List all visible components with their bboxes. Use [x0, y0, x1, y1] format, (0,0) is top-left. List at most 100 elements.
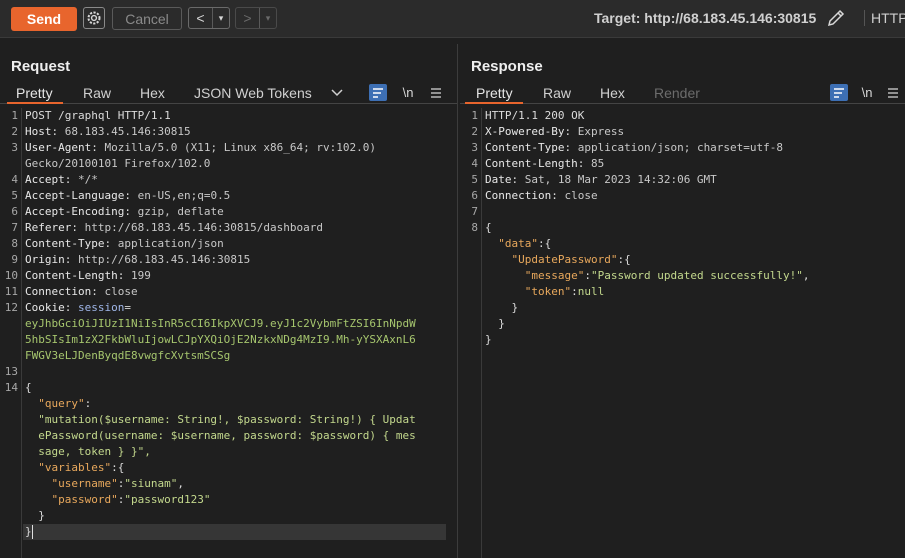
forward-button[interactable]: > [236, 8, 260, 28]
line-number: 3 [471, 141, 478, 154]
json-pair-line: "message":"Password updated successfully… [524, 269, 810, 282]
menu-icon[interactable] [427, 84, 445, 101]
tab-json-web-tokens[interactable]: JSON Web Tokens [194, 85, 312, 101]
active-tab-indicator [465, 102, 523, 104]
newline-toggle[interactable]: \n [858, 84, 876, 101]
header-line: Content-Length: 85 [485, 157, 605, 170]
cookie-header-line: Cookie: session= [25, 301, 131, 314]
json-pair-line: "username":"siunam", [51, 477, 184, 490]
tab-pretty[interactable]: Pretty [476, 85, 513, 101]
header-line: Connection: close [485, 189, 598, 202]
line-number: 5 [471, 173, 478, 186]
json-brace: } [25, 525, 32, 538]
back-button[interactable]: < [189, 8, 213, 28]
json-brace: { [25, 381, 32, 394]
header-line: Accept-Encoding: gzip, deflate [25, 205, 224, 218]
http-version-tab[interactable]: HTTP/ [864, 10, 905, 26]
request-editor[interactable]: 1 2 3 4 5 6 7 8 9 10 11 12 13 14 POST /g… [0, 108, 457, 558]
active-tab-indicator [7, 102, 63, 104]
cancel-button[interactable]: Cancel [112, 7, 182, 30]
forward-nav-group: > ▾ [235, 7, 277, 29]
json-brace: } [25, 509, 45, 522]
json-pair-line: "token":null [524, 285, 605, 298]
tab-render[interactable]: Render [654, 85, 700, 101]
newline-toggle[interactable]: \n [399, 84, 417, 101]
json-brace: } [485, 301, 519, 314]
request-panel: Request Pretty Raw Hex JSON Web Tokens \… [0, 44, 458, 558]
line-number: 7 [11, 221, 18, 234]
json-key-line: "query": [38, 397, 92, 410]
status-line: HTTP/1.1 200 OK [485, 109, 585, 122]
header-line: Origin: http://68.183.45.146:30815 [25, 253, 251, 266]
tab-raw[interactable]: Raw [543, 85, 571, 101]
line-number: 6 [11, 205, 18, 218]
line-number: 11 [4, 285, 18, 298]
text-cursor [32, 525, 33, 539]
gear-icon[interactable] [83, 7, 105, 29]
forward-dropdown-icon[interactable]: ▾ [260, 8, 276, 28]
tab-pretty[interactable]: Pretty [16, 85, 53, 101]
line-number: 12 [4, 301, 18, 314]
header-line: Accept-Language: en-US,en;q=0.5 [25, 189, 231, 202]
line-number: 3 [11, 141, 18, 154]
json-key-line: "UpdatePassword":{ [511, 253, 631, 266]
line-number: 9 [11, 253, 18, 266]
json-string-line: sage, token } }", [38, 445, 151, 458]
pencil-icon[interactable] [826, 8, 846, 28]
send-button[interactable]: Send [11, 7, 77, 31]
header-line: Host: 68.183.45.146:30815 [25, 125, 191, 138]
tab-raw[interactable]: Raw [83, 85, 111, 101]
top-toolbar: Send Cancel < ▾ > ▾ Target: http://68.18… [0, 0, 905, 38]
target-label: Target: http://68.183.45.146:30815 [594, 10, 817, 26]
json-string-line: ePassword(username: $username, password:… [38, 429, 416, 442]
header-line: Content-Length: 199 [25, 269, 151, 282]
header-line: Content-Type: application/json [25, 237, 224, 250]
request-title: Request [11, 58, 71, 75]
cookie-value: eyJhbGciOiJIUzI1NiIsInR5cCI6IkpXVCJ9.eyJ… [25, 317, 416, 330]
response-tabs: Pretty Raw Hex Render \n [460, 84, 905, 104]
request-tabs: Pretty Raw Hex JSON Web Tokens \n [0, 84, 457, 104]
line-number: 4 [11, 173, 18, 186]
line-number: 8 [11, 237, 18, 250]
request-line: POST /graphql HTTP/1.1 [25, 109, 171, 122]
line-number: 8 [471, 221, 478, 234]
line-number: 4 [471, 157, 478, 170]
header-line: Content-Type: application/json; charset=… [485, 141, 784, 154]
json-pair-line: "password":"password123" [51, 493, 211, 506]
json-brace: } [485, 317, 505, 330]
header-line: Referer: http://68.183.45.146:30815/dash… [25, 221, 324, 234]
chevron-down-icon[interactable] [328, 84, 346, 101]
header-line: Date: Sat, 18 Mar 2023 14:32:06 GMT [485, 173, 717, 186]
line-number: 1 [11, 109, 18, 122]
back-dropdown-icon[interactable]: ▾ [213, 8, 229, 28]
line-number: 5 [11, 189, 18, 202]
cookie-value: FWGV3eLJDenByqdE8vwgfcXvtsmSCSg [25, 349, 231, 362]
header-line-continued: Gecko/20100101 Firefox/102.0 [25, 157, 211, 170]
response-viewer[interactable]: 1 2 3 4 5 6 7 8 HTTP/1.1 200 OK X-Powere… [460, 108, 905, 558]
json-key-line: "variables":{ [38, 461, 125, 474]
json-string-line: "mutation($username: String!, $password:… [38, 413, 416, 426]
json-key-line: "data":{ [498, 237, 552, 250]
tab-hex[interactable]: Hex [140, 85, 165, 101]
line-number: 14 [4, 381, 18, 394]
line-number: 1 [471, 109, 478, 122]
line-number: 13 [4, 365, 18, 378]
header-line: Accept: */* [25, 173, 98, 186]
header-line: X-Powered-By: Express [485, 125, 625, 138]
tab-hex[interactable]: Hex [600, 85, 625, 101]
pretty-format-icon[interactable] [830, 84, 848, 101]
cookie-value: 5hbSIsIm1zX2FkbWluIjowLCJpYXQiOjE2NzkxND… [25, 333, 416, 346]
line-number: 7 [471, 205, 478, 218]
back-nav-group: < ▾ [188, 7, 230, 29]
header-line: User-Agent: Mozilla/5.0 (X11; Linux x86_… [25, 141, 377, 154]
line-number: 6 [471, 189, 478, 202]
current-line-highlight [23, 524, 446, 540]
json-brace: } [485, 333, 492, 346]
header-line: Connection: close [25, 285, 138, 298]
pretty-format-icon[interactable] [369, 84, 387, 101]
line-number: 2 [471, 125, 478, 138]
line-number: 10 [4, 269, 18, 282]
response-title: Response [471, 58, 543, 75]
response-panel: Response Pretty Raw Hex Render \n 1 2 3 … [460, 44, 905, 558]
menu-icon[interactable] [884, 84, 902, 101]
